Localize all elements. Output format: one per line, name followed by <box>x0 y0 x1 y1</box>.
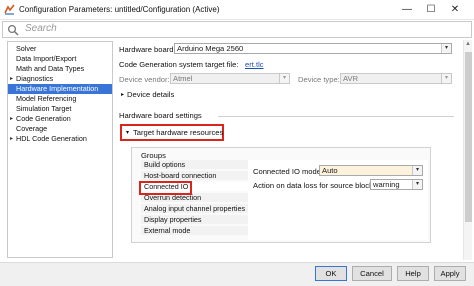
tree-item-diagnostics[interactable]: ▸ Diagnostics <box>8 74 112 84</box>
scrollbar-thumb[interactable] <box>465 52 472 222</box>
hardware-board-value: Arduino Mega 2560 <box>177 44 244 53</box>
tree-item-label: Diagnostics <box>16 74 54 83</box>
hardware-board-label: Hardware board: <box>119 45 176 54</box>
data-loss-action-value: warning <box>373 180 400 189</box>
expand-arrow-icon[interactable]: ▸ <box>10 114 13 124</box>
help-button[interactable]: Help <box>397 266 429 281</box>
search-icon <box>7 24 19 36</box>
tree-item-model-referencing[interactable]: Model Referencing <box>8 94 112 104</box>
category-tree: Solver Data Import/Export Math and Data … <box>7 41 113 258</box>
window-title: Configuration Parameters: untitled/Confi… <box>19 5 220 14</box>
tree-item-hardware-implementation[interactable]: Hardware Implementation <box>8 84 112 94</box>
connected-io-mode-select[interactable]: Auto ▾ <box>319 165 423 176</box>
chevron-down-icon: ▾ <box>441 44 451 53</box>
ok-button[interactable]: OK <box>315 266 347 281</box>
apply-button[interactable]: Apply <box>434 266 466 281</box>
tree-item-math-and-data-types[interactable]: Math and Data Types <box>8 64 112 74</box>
tree-item-label: Model Referencing <box>16 94 77 103</box>
tree-item-label: Solver <box>16 44 37 53</box>
cancel-button[interactable]: Cancel <box>352 266 392 281</box>
chevron-down-icon: ▾ <box>441 74 451 83</box>
tree-item-code-generation[interactable]: ▸ Code Generation <box>8 114 112 124</box>
hardware-board-select[interactable]: Arduino Mega 2560 ▾ <box>174 43 452 54</box>
collapse-arrow-icon[interactable]: ▾ <box>126 129 129 136</box>
target-file-label: Code Generation system target file: <box>119 60 239 69</box>
data-loss-action-label: Action on data loss for source blocks: <box>253 181 379 190</box>
settings-scrollbar[interactable]: ▲ <box>463 40 472 260</box>
expand-arrow-icon[interactable]: ▸ <box>10 134 13 144</box>
tree-item-hdl-code-generation[interactable]: ▸ HDL Code Generation <box>8 134 112 144</box>
groups-heading: Groups <box>141 151 166 160</box>
expand-arrow-icon[interactable]: ▸ <box>10 74 13 84</box>
search-input[interactable]: Search <box>2 21 472 38</box>
section-divider <box>218 116 454 117</box>
simulink-icon <box>4 4 15 15</box>
device-type-label: Device type: <box>298 75 340 84</box>
close-button[interactable]: ✕ <box>440 0 470 20</box>
tree-item-label: Hardware Implementation <box>16 84 99 93</box>
target-resources-toggle[interactable]: Target hardware resources <box>133 128 223 137</box>
groups-list: Build options Host-board connection Conn… <box>141 160 248 240</box>
group-item-host-board-connection[interactable]: Host-board connection <box>141 171 248 181</box>
group-item-build-options[interactable]: Build options <box>141 160 248 170</box>
scroll-up-icon[interactable]: ▲ <box>465 41 471 47</box>
group-item-analog-input-channel-properties[interactable]: Analog input channel properties <box>141 204 248 214</box>
device-details-toggle[interactable]: Device details <box>127 90 174 99</box>
connected-io-mode-label: Connected IO mode: <box>253 167 324 176</box>
board-settings-heading: Hardware board settings <box>119 111 202 120</box>
tree-item-label: Simulation Target <box>16 104 72 113</box>
target-file-link[interactable]: ert.tlc <box>245 60 264 69</box>
chevron-down-icon: ▾ <box>412 180 422 189</box>
connected-io-mode-value: Auto <box>322 166 338 175</box>
tree-item-label: Data Import/Export <box>16 54 77 63</box>
chevron-down-icon: ▾ <box>412 166 422 175</box>
device-vendor-select: Atmel ▾ <box>170 73 290 84</box>
tree-item-solver[interactable]: Solver <box>8 44 112 54</box>
group-item-external-mode[interactable]: External mode <box>141 226 248 236</box>
group-item-display-properties[interactable]: Display properties <box>141 215 248 225</box>
tree-item-label: Code Generation <box>16 114 71 123</box>
data-loss-action-select[interactable]: warning ▾ <box>370 179 423 190</box>
device-vendor-value: Atmel <box>173 74 193 83</box>
search-placeholder: Search <box>25 23 57 34</box>
expand-arrow-icon[interactable]: ▸ <box>121 91 124 98</box>
tree-item-label: HDL Code Generation <box>16 134 87 143</box>
chevron-down-icon: ▾ <box>279 74 289 83</box>
device-type-select: AVR ▾ <box>340 73 452 84</box>
tree-item-label: Math and Data Types <box>16 64 85 73</box>
device-type-value: AVR <box>343 74 359 83</box>
tree-item-label: Coverage <box>16 124 48 133</box>
tree-item-simulation-target[interactable]: Simulation Target <box>8 104 112 114</box>
device-vendor-label: Device vendor: <box>119 75 170 84</box>
highlight-box <box>139 181 192 195</box>
tree-item-coverage[interactable]: Coverage <box>8 124 112 134</box>
tree-item-data-import-export[interactable]: Data Import/Export <box>8 54 112 64</box>
title-bar: Configuration Parameters: untitled/Confi… <box>0 0 474 20</box>
